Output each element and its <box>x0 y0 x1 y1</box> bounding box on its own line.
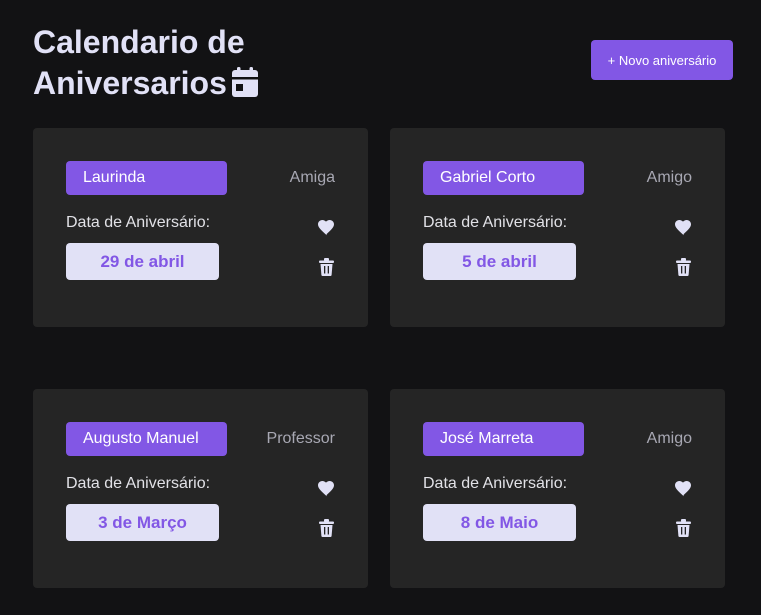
card-date-value: 5 de abril <box>423 243 576 280</box>
birthday-card: José Marreta Amigo Data de Aniversário: … <box>390 389 725 588</box>
card-relation: Professor <box>266 430 335 447</box>
card-name: Gabriel Corto <box>423 161 584 195</box>
heart-icon <box>675 481 691 497</box>
card-date-value: 8 de Maio <box>423 504 576 541</box>
card-name: José Marreta <box>423 422 584 456</box>
favorite-button[interactable] <box>316 218 336 238</box>
trash-icon <box>318 519 334 537</box>
card-date-label: Data de Aniversário: <box>423 214 568 231</box>
favorite-button[interactable] <box>673 479 693 499</box>
trash-icon <box>675 258 691 276</box>
card-relation: Amigo <box>646 430 692 447</box>
new-birthday-button[interactable]: + Novo aniversário <box>591 40 733 80</box>
card-date-label: Data de Aniversário: <box>66 475 211 492</box>
favorite-button[interactable] <box>673 218 693 238</box>
calendar-icon <box>231 66 259 108</box>
page-title: Calendario de Aniversarios <box>33 22 293 108</box>
birthday-card: Laurinda Amiga Data de Aniversário: 29 d… <box>33 128 368 327</box>
trash-icon <box>675 519 691 537</box>
birthday-card: Gabriel Corto Amigo Data de Aniversário:… <box>390 128 725 327</box>
card-date-value: 3 de Março <box>66 504 219 541</box>
card-date-label: Data de Aniversário: <box>66 214 211 231</box>
card-date-label: Data de Aniversário: <box>423 475 568 492</box>
heart-icon <box>675 220 691 236</box>
page: Calendario de Aniversarios + Novo aniver… <box>0 0 761 615</box>
card-name: Laurinda <box>66 161 227 195</box>
heart-icon <box>318 481 334 497</box>
birthday-card: Augusto Manuel Professor Data de Anivers… <box>33 389 368 588</box>
delete-button[interactable] <box>673 518 693 538</box>
delete-button[interactable] <box>673 257 693 277</box>
delete-button[interactable] <box>316 518 336 538</box>
favorite-button[interactable] <box>316 479 336 499</box>
page-title-text: Calendario de Aniversarios <box>33 24 245 101</box>
card-relation: Amiga <box>289 169 335 186</box>
card-relation: Amigo <box>646 169 692 186</box>
delete-button[interactable] <box>316 257 336 277</box>
trash-icon <box>318 258 334 276</box>
card-name: Augusto Manuel <box>66 422 227 456</box>
heart-icon <box>318 220 334 236</box>
card-date-value: 29 de abril <box>66 243 219 280</box>
